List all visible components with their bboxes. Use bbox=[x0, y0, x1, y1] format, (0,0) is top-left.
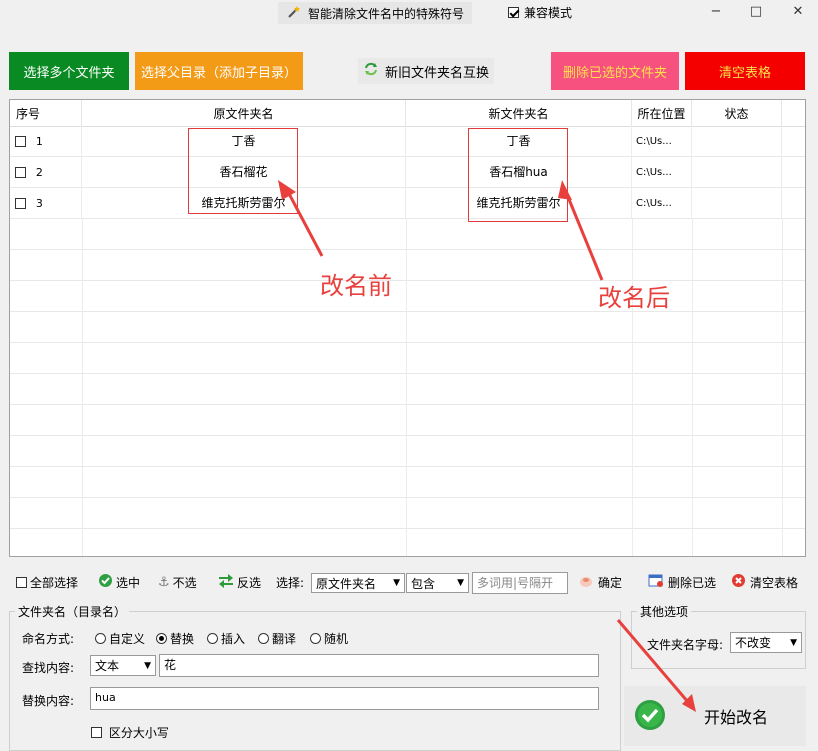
replace-content-input[interactable]: hua bbox=[90, 687, 599, 710]
mode-label: 命名方式: bbox=[22, 632, 75, 646]
mode-insert-label: 插入 bbox=[221, 632, 246, 646]
magic-wand-icon bbox=[286, 4, 302, 23]
match-select-value: 包含 bbox=[411, 576, 436, 591]
swap-arrows-icon bbox=[218, 573, 234, 591]
before-rename-annotation: 改名前 bbox=[320, 272, 392, 300]
replace-label: 替换内容: bbox=[22, 694, 75, 708]
uncheck-label: 不选 bbox=[172, 575, 197, 590]
arrow-before-head bbox=[278, 180, 296, 200]
field-select[interactable]: 原文件夹名 ▼ bbox=[311, 573, 405, 593]
keyword-input[interactable]: 多词用|号隔开 bbox=[472, 572, 568, 594]
chevron-down-icon: ▼ bbox=[457, 578, 464, 588]
mode-radio-insert[interactable]: 插入 bbox=[207, 630, 245, 647]
arrow-after-head bbox=[558, 180, 572, 200]
close-button[interactable]: ✕ bbox=[788, 4, 808, 20]
clear-table-label: 清空表格 bbox=[750, 575, 799, 590]
chevron-down-icon: ▼ bbox=[393, 578, 400, 588]
uncheck-button[interactable]: ⚓ 不选 bbox=[158, 568, 197, 596]
case-sensitive-label: 区分大小写 bbox=[108, 726, 169, 740]
check-label: 选中 bbox=[116, 575, 141, 590]
mode-custom-label: 自定义 bbox=[109, 632, 146, 646]
start-arrow-line bbox=[616, 619, 690, 703]
clear-table-button[interactable]: 清空表格 bbox=[685, 52, 805, 90]
select-multiple-folders-button[interactable]: 选择多个文件夹 bbox=[9, 52, 129, 90]
checkbox-icon bbox=[91, 727, 102, 738]
find-type-select[interactable]: 文本 ▼ bbox=[90, 655, 156, 676]
radio-icon bbox=[310, 633, 321, 644]
title-function-button[interactable]: 智能清除文件名中的特殊符号 bbox=[278, 2, 473, 24]
start-arrow bbox=[616, 619, 696, 712]
close-circle-icon bbox=[731, 573, 746, 591]
checkbox-checked-icon bbox=[508, 7, 519, 18]
delete-selected-label: 删除已选 bbox=[668, 575, 717, 590]
hand-icon bbox=[578, 574, 594, 591]
invert-button[interactable]: 反选 bbox=[218, 568, 261, 596]
check-button[interactable]: 选中 bbox=[98, 568, 140, 596]
radio-selected-icon bbox=[156, 633, 167, 644]
rename-group-title: 文件夹名（目录名） bbox=[15, 603, 130, 620]
anchor-icon: ⚓ bbox=[158, 574, 170, 590]
after-rename-annotation: 改名后 bbox=[598, 284, 670, 312]
mode-radio-custom[interactable]: 自定义 bbox=[95, 630, 145, 647]
annotation-arrows bbox=[278, 180, 604, 281]
mode-radio-translate[interactable]: 翻译 bbox=[258, 630, 296, 647]
select-all-label: 全部选择 bbox=[30, 575, 79, 590]
window-icon bbox=[648, 574, 664, 591]
checkbox-icon bbox=[16, 576, 27, 588]
field-select-value: 原文件夹名 bbox=[316, 576, 377, 591]
chevron-down-icon: ▼ bbox=[144, 660, 151, 671]
title-button-label: 智能清除文件名中的特殊符号 bbox=[308, 6, 465, 21]
delete-selected-button[interactable]: 删除已选 bbox=[648, 568, 716, 596]
folder-table[interactable]: 序号 原文件夹名 新文件夹名 所在位置 状态 1 丁香 丁香 C:\Us... … bbox=[9, 99, 806, 557]
confirm-label: 确定 bbox=[598, 575, 623, 590]
case-sensitive-checkbox[interactable]: 区分大小写 bbox=[91, 724, 169, 741]
mode-translate-label: 翻译 bbox=[272, 632, 297, 646]
confirm-button[interactable]: 确定 bbox=[578, 568, 622, 596]
mode-replace-label: 替换 bbox=[170, 632, 195, 646]
select-label: 选择: bbox=[276, 575, 305, 590]
invert-label: 反选 bbox=[237, 575, 262, 590]
radio-icon bbox=[258, 633, 269, 644]
letters-select[interactable]: 不改变 ▼ bbox=[730, 632, 802, 653]
letters-select-value: 不改变 bbox=[735, 636, 772, 650]
mode-radio-replace[interactable]: 替换 bbox=[156, 630, 194, 647]
find-content-input[interactable]: 花 bbox=[159, 654, 599, 677]
delete-selected-folders-button[interactable]: 删除已选的文件夹 bbox=[551, 52, 679, 90]
find-label: 查找内容: bbox=[22, 661, 75, 675]
start-rename-label: 开始改名 bbox=[704, 708, 769, 727]
minimize-button[interactable]: − bbox=[706, 4, 726, 20]
select-all-checkbox[interactable]: 全部选择 bbox=[16, 568, 78, 596]
swap-names-label: 新旧文件夹名互换 bbox=[384, 65, 489, 81]
compat-mode-checkbox[interactable]: 兼容模式 bbox=[508, 4, 572, 21]
clear-table-small-button[interactable]: 清空表格 bbox=[731, 568, 798, 596]
match-select[interactable]: 包含 ▼ bbox=[406, 573, 469, 593]
mode-random-label: 随机 bbox=[324, 632, 349, 646]
find-type-value: 文本 bbox=[95, 659, 120, 673]
radio-icon bbox=[207, 633, 218, 644]
compat-mode-label: 兼容模式 bbox=[524, 6, 573, 20]
chevron-down-icon: ▼ bbox=[790, 637, 797, 648]
swap-names-button[interactable]: 新旧文件夹名互换 bbox=[358, 58, 494, 84]
arrow-after bbox=[564, 191, 604, 281]
check-circle-icon bbox=[98, 573, 113, 591]
refresh-icon bbox=[363, 61, 379, 81]
select-parent-dir-button[interactable]: 选择父目录（添加子目录） bbox=[135, 52, 303, 90]
radio-icon bbox=[95, 633, 106, 644]
mode-radio-random[interactable]: 随机 bbox=[310, 630, 348, 647]
arrow-before bbox=[284, 187, 324, 257]
maximize-button[interactable]: □ bbox=[746, 4, 766, 20]
